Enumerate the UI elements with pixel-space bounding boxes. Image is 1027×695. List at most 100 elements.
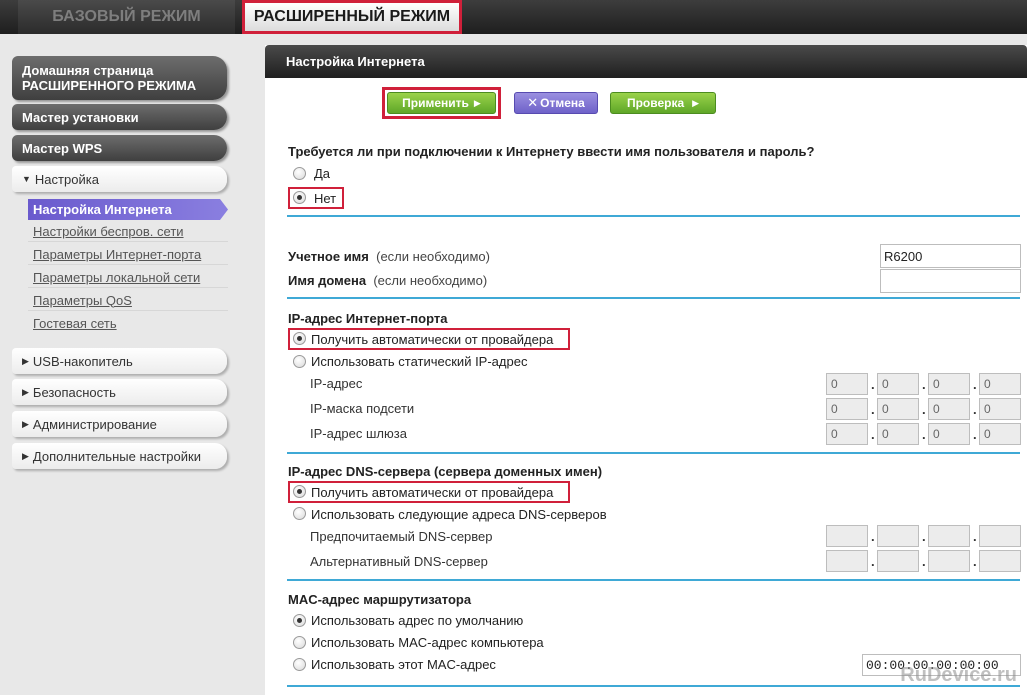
ip-address-octet-2[interactable]: 0	[877, 373, 919, 395]
triangle-right-icon: ▶	[22, 386, 29, 397]
domain-name-label: Имя домена	[288, 273, 367, 288]
ip-dot: .	[871, 402, 875, 417]
ip-mask-label: IP-маска подсети	[310, 401, 415, 416]
sidebar-sub-qos[interactable]: Параметры QoS	[28, 290, 228, 311]
ip-address-octet-3[interactable]: 0	[928, 373, 970, 395]
ip-mask-octet-2[interactable]: 0	[877, 398, 919, 420]
optional-hint: (если необходимо)	[373, 273, 488, 288]
dns-secondary-octet-3[interactable]	[928, 550, 970, 572]
ip-dot: .	[973, 427, 977, 442]
dns-primary-octet-4[interactable]	[979, 525, 1021, 547]
sidebar-item-wps-wizard[interactable]: Мастер WPS	[12, 135, 227, 161]
sidebar-item-setup-wizard[interactable]: Мастер установки	[12, 104, 227, 130]
sidebar-item-security[interactable]: ▶ Безопасность	[12, 379, 227, 405]
ip-dot: .	[922, 427, 926, 442]
sidebar-item-setup[interactable]: ▼ Настройка	[12, 166, 227, 192]
sidebar-sub-wireless-settings[interactable]: Настройки беспров. сети	[28, 221, 228, 242]
ip-address-octet-1[interactable]: 0	[826, 373, 868, 395]
ip-address-octet-4[interactable]: 0	[979, 373, 1021, 395]
mac-custom-label: Использовать этот MAC-адрес	[311, 657, 496, 672]
dns-auto-radio[interactable]	[293, 485, 306, 498]
sidebar-home-line1: Домашняя страница	[22, 63, 154, 78]
ip-dot: .	[871, 554, 875, 569]
tab-basic-mode[interactable]: БАЗОВЫЙ РЕЖИМ	[18, 0, 235, 34]
ip-dot: .	[922, 529, 926, 544]
dns-secondary-label: Альтернативный DNS-сервер	[310, 554, 488, 569]
ip-auto-radio[interactable]	[293, 332, 306, 345]
play-icon: ▶	[473, 97, 481, 108]
section-divider	[287, 579, 1020, 581]
ip-gateway-octet-2[interactable]: 0	[877, 423, 919, 445]
sidebar-item-label: Дополнительные настройки	[32, 448, 201, 464]
ip-static-label: Использовать статический IP-адрес	[311, 354, 528, 369]
ip-static-radio[interactable]	[293, 355, 306, 368]
close-icon: ✕	[527, 95, 539, 110]
section-divider	[287, 452, 1020, 454]
sidebar-item-home[interactable]: Домашняя страница РАСШИРЕННОГО РЕЖИМА	[12, 56, 227, 100]
mac-computer-radio[interactable]	[293, 636, 306, 649]
ip-mask-octet-3[interactable]: 0	[928, 398, 970, 420]
cancel-button[interactable]: ✕ Отмена	[514, 92, 598, 114]
sidebar-sub-guest-network[interactable]: Гостевая сеть	[28, 313, 228, 334]
dns-manual-label: Использовать следующие адреса DNS-сервер…	[311, 507, 607, 522]
dns-primary-octet-3[interactable]	[928, 525, 970, 547]
sidebar-item-label: USB-накопитель	[32, 353, 133, 369]
sidebar: Домашняя страница РАСШИРЕННОГО РЕЖИМА Ма…	[0, 34, 262, 695]
ip-dot: .	[871, 529, 875, 544]
ip-dot: .	[922, 554, 926, 569]
dns-section-title: IP-адрес DNS-сервера (сервера доменных и…	[288, 464, 603, 479]
dns-secondary-octet-4[interactable]	[979, 550, 1021, 572]
ip-mask-octet-1[interactable]: 0	[826, 398, 868, 420]
mac-custom-radio[interactable]	[293, 658, 306, 671]
account-name-input[interactable]	[880, 244, 1021, 268]
ip-mask-octet-4[interactable]: 0	[979, 398, 1021, 420]
play-icon: ▶	[692, 97, 700, 108]
tab-advanced-mode[interactable]: РАСШИРЕННЫЙ РЕЖИМ	[242, 0, 462, 34]
login-yes-radio[interactable]	[293, 167, 306, 180]
login-no-radio[interactable]	[293, 191, 306, 204]
sidebar-item-advanced-settings[interactable]: ▶ Дополнительные настройки	[12, 443, 227, 469]
ip-dot: .	[973, 402, 977, 417]
dns-primary-octet-2[interactable]	[877, 525, 919, 547]
ip-auto-label: Получить автоматически от провайдера	[311, 332, 554, 347]
ip-dot: .	[973, 377, 977, 392]
test-button[interactable]: Проверка ▶	[610, 92, 716, 114]
section-divider	[287, 215, 1020, 217]
sidebar-sub-internet-setup[interactable]: Настройка Интернета	[28, 199, 228, 220]
ip-dot: .	[973, 554, 977, 569]
ip-dot: .	[871, 427, 875, 442]
sidebar-item-usb-storage[interactable]: ▶ USB-накопитель	[12, 348, 227, 374]
section-divider	[287, 297, 1020, 299]
top-tab-bar: БАЗОВЫЙ РЕЖИМ РАСШИРЕННЫЙ РЕЖИМ	[0, 0, 1027, 34]
ip-gateway-octet-3[interactable]: 0	[928, 423, 970, 445]
sidebar-sub-wan-port[interactable]: Параметры Интернет-порта	[28, 244, 228, 265]
apply-button-label: Применить	[402, 96, 469, 110]
ip-gateway-octet-4[interactable]: 0	[979, 423, 1021, 445]
page-title: Настройка Интернета	[265, 45, 1027, 78]
ip-section-title: IP-адрес Интернет-порта	[288, 311, 448, 326]
sidebar-item-administration[interactable]: ▶ Администрирование	[12, 411, 227, 437]
domain-name-input[interactable]	[880, 269, 1021, 293]
ip-dot: .	[922, 402, 926, 417]
sidebar-sub-lan-settings[interactable]: Параметры локальной сети	[28, 267, 228, 288]
apply-button[interactable]: Применить ▶	[387, 92, 496, 114]
dns-primary-label: Предпочитаемый DNS-сервер	[310, 529, 493, 544]
sidebar-item-label: Администрирование	[32, 416, 157, 432]
sidebar-item-label: Настройка	[34, 171, 99, 187]
ip-gateway-octet-1[interactable]: 0	[826, 423, 868, 445]
account-name-label: Учетное имя	[288, 249, 369, 264]
mac-default-radio[interactable]	[293, 614, 306, 627]
triangle-down-icon: ▼	[22, 174, 31, 184]
main-panel: Настройка Интернета Применить ▶ ✕ Отмена…	[265, 45, 1027, 695]
mac-computer-label: Использовать MAC-адрес компьютера	[311, 635, 544, 650]
triangle-right-icon: ▶	[22, 418, 29, 429]
dns-secondary-octet-2[interactable]	[877, 550, 919, 572]
sidebar-item-label: Мастер установки	[22, 109, 139, 125]
watermark: RuDevice.ru	[900, 664, 1017, 686]
ip-address-label: IP-адрес	[310, 376, 363, 391]
dns-primary-octet-1[interactable]	[826, 525, 868, 547]
dns-secondary-octet-1[interactable]	[826, 550, 868, 572]
triangle-right-icon: ▶	[22, 450, 29, 461]
dns-manual-radio[interactable]	[293, 507, 306, 520]
sidebar-home-line2: РАСШИРЕННОГО РЕЖИМА	[22, 78, 197, 93]
